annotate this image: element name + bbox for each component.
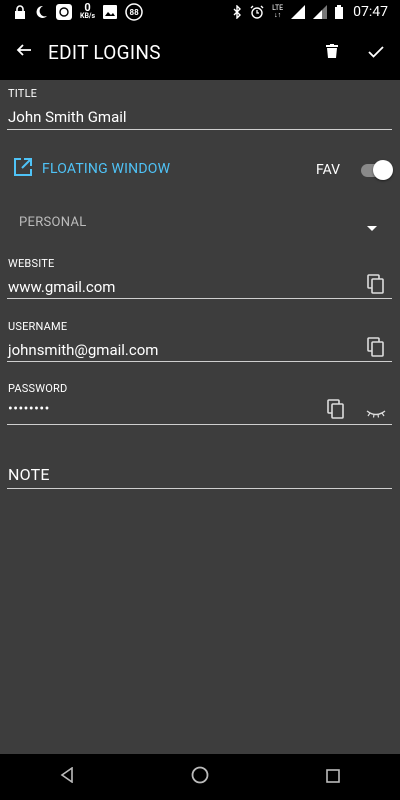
fav-toggle[interactable] xyxy=(361,159,393,181)
password-input[interactable]: •••••••• xyxy=(8,401,50,417)
password-label: PASSWORD xyxy=(8,382,68,395)
back-button[interactable] xyxy=(0,24,48,80)
lock-icon xyxy=(14,5,26,19)
copy-password-button[interactable] xyxy=(322,397,350,425)
alarm-icon xyxy=(250,5,264,19)
speed-value: 0 xyxy=(84,1,91,14)
notification-count-badge: 88 xyxy=(125,3,143,21)
floating-window-button[interactable]: FLOATING WINDOW xyxy=(13,157,170,181)
note-underline xyxy=(7,488,392,489)
notification-count: 88 xyxy=(129,7,139,17)
network-speed: 0 KB/s xyxy=(80,1,96,21)
website-underline xyxy=(7,298,392,299)
title-label: TITLE xyxy=(8,87,38,100)
edit-form: TITLE John Smith Gmail FLOATING WINDOW F… xyxy=(0,80,400,754)
title-underline xyxy=(7,129,392,130)
square-recents-icon xyxy=(326,768,341,787)
website-label: WEBSITE xyxy=(8,257,55,270)
battery-icon xyxy=(335,5,344,19)
save-button[interactable] xyxy=(354,24,398,80)
copy-icon xyxy=(367,274,385,298)
toggle-password-visibility-button[interactable] xyxy=(361,398,391,426)
nav-recents-button[interactable] xyxy=(303,754,363,800)
username-input[interactable]: johnsmith@gmail.com xyxy=(8,341,158,359)
nav-back-button[interactable] xyxy=(37,754,97,800)
eye-closed-icon xyxy=(365,403,387,422)
trash-icon xyxy=(326,43,338,62)
fav-label: FAV xyxy=(316,162,341,178)
dropdown-arrow-icon[interactable] xyxy=(366,218,378,231)
username-underline xyxy=(7,361,392,362)
fav-toggle-knob xyxy=(373,160,393,180)
nav-home-button[interactable] xyxy=(170,754,230,800)
speed-unit: KB/s xyxy=(80,12,96,20)
image-icon xyxy=(103,5,118,19)
system-nav-bar xyxy=(0,754,400,800)
triangle-back-icon xyxy=(60,766,74,787)
note-input[interactable]: NOTE xyxy=(8,465,50,484)
username-label: USERNAME xyxy=(8,320,68,333)
clock: 07:47 xyxy=(353,4,388,20)
category-dropdown[interactable]: PERSONAL xyxy=(19,215,87,230)
copy-icon xyxy=(367,337,385,361)
arrow-back-icon xyxy=(16,42,32,62)
floating-window-label: FLOATING WINDOW xyxy=(42,161,171,177)
signal-secondary-icon xyxy=(313,5,328,19)
status-bar: 0 KB/s 88 LTE ↓↑ 07:47 xyxy=(0,0,400,24)
check-icon xyxy=(368,43,384,62)
copy-icon xyxy=(327,399,345,423)
circle-home-icon xyxy=(191,766,209,788)
moon-icon xyxy=(34,5,48,19)
app-notification-icon xyxy=(56,4,72,20)
bluetooth-icon xyxy=(232,5,242,19)
delete-button[interactable] xyxy=(310,24,354,80)
signal-icon xyxy=(291,5,306,19)
lte-indicator: LTE ↓↑ xyxy=(272,4,284,19)
copy-username-button[interactable] xyxy=(362,335,390,363)
app-bar: EDIT LOGINS xyxy=(0,24,400,80)
password-underline xyxy=(7,424,392,425)
copy-website-button[interactable] xyxy=(362,272,390,300)
open-in-new-icon xyxy=(13,157,33,181)
title-input[interactable]: John Smith Gmail xyxy=(8,108,127,126)
page-title: EDIT LOGINS xyxy=(48,40,161,64)
website-input[interactable]: www.gmail.com xyxy=(8,278,115,296)
